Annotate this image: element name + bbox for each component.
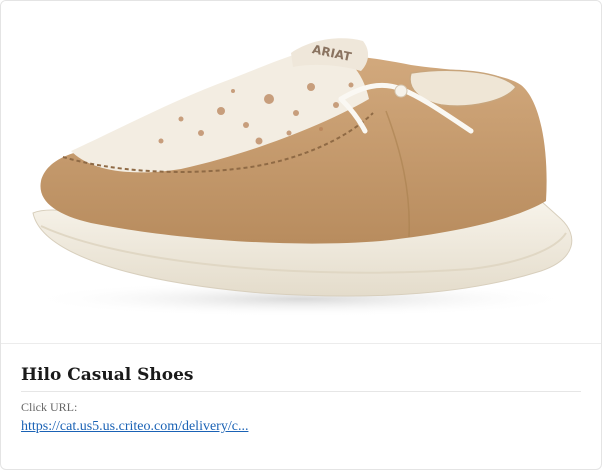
- product-title[interactable]: Hilo Casual Shoes: [21, 359, 581, 392]
- click-url-link[interactable]: https://cat.us5.us.criteo.com/delivery/c…: [21, 418, 248, 436]
- click-url-label: Click URL:: [21, 400, 78, 414]
- product-image[interactable]: ARIAT: [1, 1, 601, 344]
- product-card[interactable]: ARIAT Hilo Casual Shoes Click URL: https…: [0, 0, 602, 470]
- shoe-image: ARIAT: [26, 38, 576, 317]
- product-info: Hilo Casual Shoes Click URL: https://cat…: [21, 359, 581, 436]
